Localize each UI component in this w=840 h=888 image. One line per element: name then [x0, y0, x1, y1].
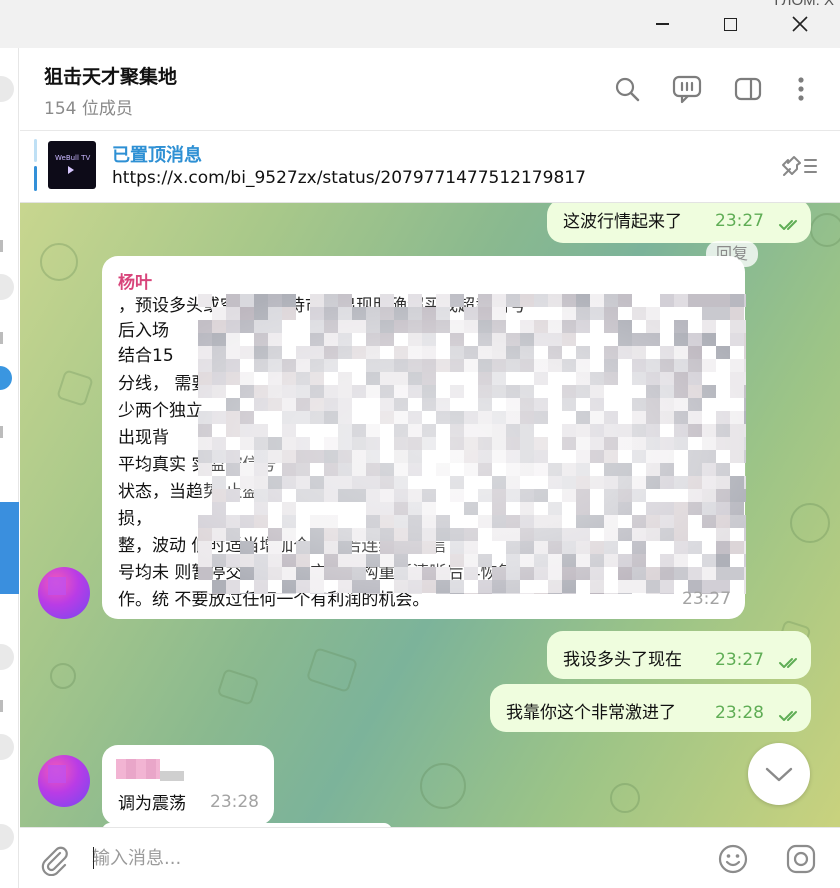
maximize-icon	[723, 17, 737, 31]
sender-avatar[interactable]	[38, 755, 90, 807]
wallpaper-doodle	[40, 243, 78, 281]
chat-header[interactable]: 狙击天才聚集地 154 位成员	[20, 48, 840, 131]
chat-title[interactable]: 狙击天才聚集地	[44, 62, 177, 89]
text-caret	[93, 847, 94, 869]
wallpaper-doodle	[790, 503, 830, 543]
minimize-button[interactable]	[628, 0, 696, 48]
chat-list-marker	[0, 426, 3, 438]
unread-badge[interactable]	[0, 366, 12, 390]
avatar-mosaic	[48, 577, 66, 595]
wallpaper-doodle	[420, 763, 466, 809]
pixelated-redaction	[198, 294, 746, 594]
chat-avatar[interactable]	[0, 824, 14, 850]
read-checks-icon	[779, 711, 797, 721]
wallpaper-doodle	[50, 663, 76, 689]
message-text: 我靠你这个非常激进了	[506, 703, 676, 723]
pinned-thumbnail: WeBull TV	[48, 141, 96, 189]
message-time: 23:28	[715, 703, 764, 723]
thumbnail-label: WeBull TV	[55, 154, 91, 162]
sender-avatar[interactable]	[38, 567, 90, 619]
message-line: 损，	[118, 509, 152, 529]
more-menu-button[interactable]	[784, 72, 818, 106]
message-text: 这波行情起来了	[563, 212, 682, 232]
more-menu-icon	[798, 77, 804, 101]
close-icon	[792, 16, 808, 32]
wallpaper-doodle	[810, 213, 840, 247]
message-line: 后入场	[118, 321, 169, 341]
close-button[interactable]	[766, 0, 834, 48]
mosaic-fog	[198, 294, 746, 594]
search-button[interactable]	[610, 72, 644, 106]
wallpaper-doodle	[216, 668, 260, 706]
message-text: 我设多头了现在	[563, 650, 682, 670]
emoji-icon	[718, 844, 748, 874]
wallpaper-doodle	[610, 783, 640, 813]
sender-name[interactable]: 杨叶	[118, 268, 152, 293]
chat-list-marker	[0, 332, 3, 344]
camera-button[interactable]	[785, 843, 817, 879]
message-list[interactable]: 这波行情起来了 23:27 回复 杨叶 ，预设多头或空头，等待市场出现明确超买或…	[20, 203, 840, 827]
attach-button[interactable]	[38, 844, 70, 880]
maximize-button[interactable]	[696, 0, 764, 48]
message-composer[interactable]	[20, 827, 840, 888]
chat-list-marker	[0, 240, 3, 252]
pixelated-redaction	[160, 771, 184, 781]
avatar-mosaic	[48, 765, 66, 783]
pinned-link[interactable]: https://x.com/bi_9527zx/status/207977147…	[112, 168, 586, 188]
chat-list-marker	[0, 700, 3, 712]
chat-avatar[interactable]	[0, 76, 14, 102]
chat-avatar[interactable]	[0, 734, 14, 760]
search-icon	[615, 77, 640, 102]
message-bubble-outgoing[interactable]: 这波行情起来了 23:27	[547, 203, 811, 243]
play-icon	[68, 166, 74, 174]
sidebar-item-active[interactable]	[0, 502, 19, 594]
read-checks-icon	[779, 220, 797, 230]
minimize-icon	[655, 23, 669, 25]
pixelated-sender-name	[116, 759, 160, 779]
pinned-list-button[interactable]	[778, 153, 820, 183]
message-line: 结合15	[118, 346, 174, 366]
emoji-button[interactable]	[717, 843, 749, 879]
sidebar-toggle-button[interactable]	[731, 72, 765, 106]
wallpaper-doodle	[56, 369, 94, 407]
pinned-list-icon	[782, 156, 817, 176]
sidebar-toggle-icon	[734, 77, 762, 101]
paperclip-icon	[41, 846, 68, 877]
chevron-down-icon	[765, 767, 793, 782]
chat-avatar[interactable]	[0, 644, 14, 670]
member-count: 154 位成员	[44, 99, 133, 119]
scroll-to-bottom-button[interactable]	[748, 743, 810, 805]
video-chat-button[interactable]	[670, 72, 704, 106]
video-chat-icon	[672, 75, 702, 104]
message-bubble-incoming[interactable]: 杨叶 ，预设多头或空头，等待市场出现明确超买或超卖信号 后入场 结合15 分线，…	[102, 256, 746, 619]
message-time: 23:27	[682, 589, 731, 609]
message-line: 少两个独立	[118, 401, 203, 421]
message-time: 23:27	[715, 211, 764, 231]
chat-list-sidebar[interactable]	[0, 48, 19, 888]
pinned-message-bar[interactable]: WeBull TV 已置顶消息 https://x.com/bi_9527zx/…	[20, 131, 840, 203]
message-line: 出现背	[118, 428, 169, 448]
message-bubble-outgoing[interactable]: 我设多头了现在 23:27	[547, 631, 811, 679]
message-bubble-incoming[interactable]: 调为震荡 23:28	[102, 745, 274, 825]
pinned-label: 已置顶消息	[112, 145, 202, 166]
message-bubble-outgoing[interactable]: 我靠你这个非常激进了 23:28	[490, 684, 811, 732]
message-time: 23:28	[210, 792, 259, 812]
read-checks-icon	[779, 658, 797, 668]
camera-icon	[786, 844, 816, 874]
message-input[interactable]	[92, 838, 692, 878]
pinned-indicator	[34, 139, 37, 191]
wallpaper-doodle	[305, 647, 359, 693]
message-text: 调为震荡	[118, 794, 186, 814]
chat-avatar[interactable]	[0, 274, 14, 300]
message-time: 23:27	[715, 650, 764, 670]
